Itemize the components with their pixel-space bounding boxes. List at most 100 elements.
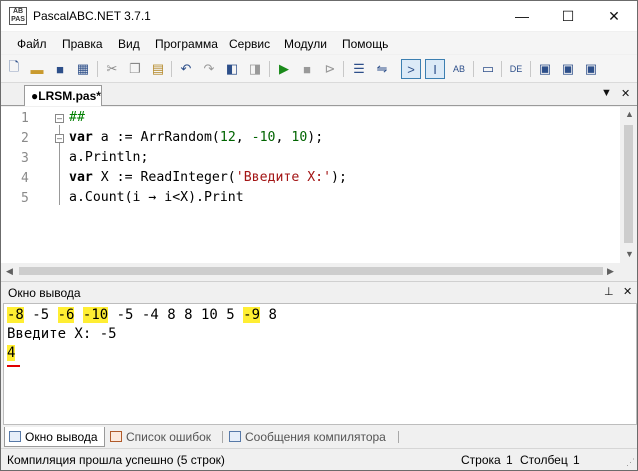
step-icon[interactable]: ⊳ — [320, 59, 340, 79]
code-line-5[interactable]: a.Count(i → i<X).Print — [69, 190, 244, 205]
editor-vertical-scrollbar[interactable]: ▲ ▼ — [620, 107, 637, 263]
redo-icon[interactable]: ↷ — [199, 59, 219, 79]
code-token: a.Count(i → i<X).Print — [69, 190, 244, 205]
menu-help[interactable]: Помощь — [342, 37, 388, 51]
compiler-messages-icon — [229, 431, 241, 442]
calc-icon[interactable]: AB — [449, 59, 469, 79]
back-icon[interactable]: ◧ — [222, 59, 242, 79]
output-close-icon[interactable]: ✕ — [623, 285, 632, 298]
save-icon[interactable]: ■ — [50, 59, 70, 79]
menu-view[interactable]: Вид — [118, 37, 140, 51]
menu-service[interactable]: Сервис — [229, 37, 270, 51]
scroll-right-icon[interactable]: ▶ — [607, 266, 614, 277]
toolbar: 🗋 ▬ ■ ▦ ✂ ❐ ▤ ↶ ↷ ◧ ◨ ▶ ■ ⊳ ☰ ⇋ > I AB ▭… — [1, 55, 637, 83]
resize-grip-icon[interactable]: ⋰ — [626, 457, 635, 468]
scroll-left-icon[interactable]: ◀ — [6, 266, 13, 277]
close-window-button[interactable]: ✕ — [591, 1, 637, 31]
compile-status-message: Компиляция прошла успешно (5 строк) — [7, 453, 225, 467]
code-token: X := ReadInteger( — [92, 170, 236, 185]
menu-bar: Файл Правка Вид Программа Сервис Модули … — [1, 32, 637, 54]
code-token: ); — [307, 130, 324, 145]
format-icon[interactable]: ▭ — [478, 59, 498, 79]
console-icon[interactable]: > — [401, 59, 421, 79]
input-caret — [7, 365, 20, 367]
title-bar[interactable]: AB PAS PascalABC.NET 3.7.1 — ☐ ✕ — [1, 1, 637, 31]
minimize-button[interactable]: — — [499, 1, 545, 31]
window-title: PascalABC.NET 3.7.1 — [33, 9, 151, 23]
column-label: Столбец — [520, 453, 568, 467]
code-icon[interactable]: DE — [506, 59, 526, 79]
paste-icon[interactable]: ▤ — [148, 59, 168, 79]
row-label: Строка — [461, 453, 501, 467]
break-icon[interactable]: ▣ — [535, 59, 555, 79]
editor-horizontal-scrollbar[interactable]: ◀ ▶ — [1, 263, 637, 279]
copy-icon[interactable]: ❐ — [125, 59, 145, 79]
tab-compiler-messages[interactable]: Сообщения компилятора — [225, 427, 392, 447]
code-token: a.Println; — [69, 150, 149, 165]
code-token: , — [235, 130, 252, 145]
result-line: 4 — [7, 345, 16, 361]
cut-icon[interactable]: ✂ — [102, 59, 122, 79]
tab-lrsm-pas[interactable]: ●LRSM.pas* — [24, 85, 102, 106]
scroll-up-icon[interactable]: ▲ — [625, 109, 634, 119]
array-value: -9 — [243, 307, 260, 323]
code-line-3[interactable]: a.Println; — [69, 150, 148, 165]
array-value: -8 — [7, 307, 24, 323]
code-token: ); — [331, 170, 347, 185]
output-panel-title: Окно вывода — [8, 286, 81, 300]
help-icon[interactable]: ▣ — [558, 59, 578, 79]
tab-list-dropdown-icon[interactable]: ▼ — [601, 87, 612, 99]
code-line-4[interactable]: var X := ReadInteger('Введите X:'); — [69, 170, 347, 185]
menu-program[interactable]: Программа — [155, 37, 218, 51]
code-line-2[interactable]: var a := ArrRandom(12, -10, 10); — [69, 130, 323, 145]
array-value: -5 — [32, 307, 50, 323]
tab-output-window[interactable]: Окно вывода — [4, 427, 105, 447]
scroll-down-icon[interactable]: ▼ — [625, 249, 634, 259]
debug-icon[interactable]: ⇋ — [372, 59, 392, 79]
code-token: a := ArrRandom( — [92, 130, 220, 145]
settings-icon[interactable]: ▣ — [581, 59, 601, 79]
pin-icon[interactable]: ⊥ — [604, 285, 614, 298]
array-value: 8 — [184, 307, 193, 323]
fold-toggle-icon[interactable]: – — [55, 134, 64, 143]
toolbar-separator — [343, 61, 344, 77]
pascal-app-icon: AB PAS — [9, 7, 27, 25]
tab-label: Список ошибок — [126, 430, 212, 444]
code-token: , — [275, 130, 292, 145]
array-output-line: -8 -5 -6 -10 -5 -4 8 8 10 5 -9 8 — [7, 307, 277, 323]
tab-close-icon[interactable]: ✕ — [621, 87, 630, 100]
code-line-1[interactable]: ## — [69, 110, 85, 125]
array-value: -10 — [82, 307, 109, 323]
tab-separator — [398, 431, 399, 443]
fold-toggle-icon[interactable]: – — [55, 114, 64, 123]
form-icon[interactable]: I — [425, 59, 445, 79]
array-value: 8 — [167, 307, 176, 323]
undo-icon[interactable]: ↶ — [176, 59, 196, 79]
scroll-thumb[interactable] — [624, 125, 633, 243]
output-window[interactable]: -8 -5 -6 -10 -5 -4 8 8 10 5 -9 8 Введите… — [3, 303, 637, 425]
array-value: 10 — [200, 307, 218, 323]
menu-modules[interactable]: Модули — [284, 37, 327, 51]
toolbar-separator — [530, 61, 531, 77]
line-number: 5 — [21, 191, 29, 206]
run-icon[interactable]: ▶ — [274, 59, 294, 79]
scroll-thumb[interactable] — [19, 267, 603, 275]
save-all-icon[interactable]: ▦ — [73, 59, 93, 79]
status-bar: Компиляция прошла успешно (5 строк) Стро… — [1, 448, 637, 470]
bottom-panel-tabs: Окно вывода Список ошибок Сообщения комп… — [1, 425, 637, 447]
code-editor[interactable]: 1 2 3 4 5 – – ## var a := ArrRandom(12, … — [1, 107, 637, 279]
tab-error-list[interactable]: Список ошибок — [106, 427, 217, 447]
new-file-icon[interactable]: 🗋 — [4, 59, 24, 79]
menu-file[interactable]: Файл — [17, 37, 47, 51]
watch-icon[interactable]: ☰ — [349, 59, 369, 79]
toolbar-separator — [501, 61, 502, 77]
open-folder-icon[interactable]: ▬ — [27, 59, 47, 79]
tab-separator — [222, 431, 223, 443]
line-number: 1 — [21, 111, 29, 126]
menu-edit[interactable]: Правка — [62, 37, 103, 51]
array-value: 5 — [226, 307, 235, 323]
code-token: ## — [69, 110, 85, 125]
maximize-button[interactable]: ☐ — [545, 1, 591, 31]
stop-icon[interactable]: ■ — [297, 59, 317, 79]
forward-icon[interactable]: ◨ — [245, 59, 265, 79]
